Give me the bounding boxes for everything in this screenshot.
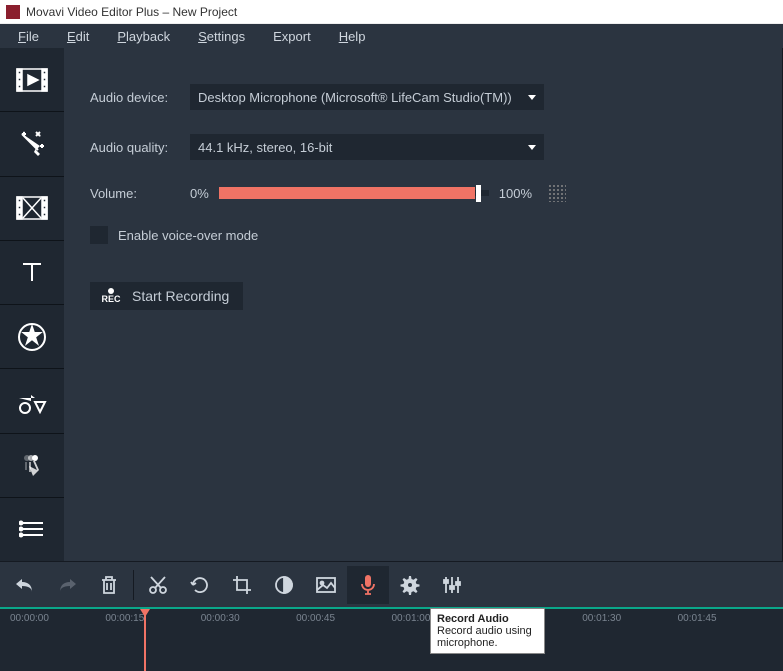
undo-button[interactable] [4,566,46,604]
menu-help[interactable]: Help [325,29,380,44]
rec-icon: REC [98,288,124,304]
crop-button[interactable] [221,566,263,604]
voice-over-checkbox[interactable] [90,226,108,244]
sidebar-callouts-icon[interactable] [0,369,64,432]
dropdown-icon [528,145,536,150]
timeline[interactable]: 00:00:00 00:00:15 00:00:30 00:00:45 00:0… [0,607,783,671]
audio-recording-panel: Audio device: Desktop Microphone (Micros… [64,48,783,561]
menu-settings[interactable]: Settings [184,29,259,44]
menu-edit[interactable]: Edit [53,29,103,44]
sidebar-stickers-icon[interactable] [0,305,64,368]
sidebar-titles-icon[interactable] [0,241,64,304]
menu-playback[interactable]: Playback [103,29,184,44]
volume-max: 100% [499,186,532,201]
delete-button[interactable] [88,566,130,604]
timeline-toolbar [0,561,783,607]
app-icon [6,5,20,19]
window-title: Movavi Video Editor Plus – New Project [26,5,237,19]
audio-device-select[interactable]: Desktop Microphone (Microsoft® LifeCam S… [190,84,544,110]
audio-quality-select[interactable]: 44.1 kHz, stereo, 16-bit [190,134,544,160]
image-button[interactable] [305,566,347,604]
start-recording-button[interactable]: REC Start Recording [90,282,243,310]
settings-button[interactable] [389,566,431,604]
dropdown-icon [528,95,536,100]
sidebar-filters-icon[interactable] [0,112,64,175]
menu-file[interactable]: File [4,29,53,44]
menubar: File Edit Playback Settings Export Help [0,24,783,48]
titlebar: Movavi Video Editor Plus – New Project [0,0,783,24]
voice-over-label: Enable voice-over mode [118,228,258,243]
sidebar-media-icon[interactable] [0,48,64,111]
playhead[interactable] [144,609,146,671]
redo-button[interactable] [46,566,88,604]
timeline-ruler: 00:00:00 00:00:15 00:00:30 00:00:45 00:0… [0,609,783,624]
sidebar-more-icon[interactable] [0,498,64,561]
volume-slider[interactable] [219,190,489,196]
volume-grid-icon[interactable] [548,184,566,202]
menu-export[interactable]: Export [259,29,325,44]
sidebar-transitions-icon[interactable] [0,177,64,240]
audio-quality-label: Audio quality: [90,140,190,155]
cut-button[interactable] [137,566,179,604]
record-audio-button[interactable] [347,566,389,604]
volume-min: 0% [190,186,209,201]
audio-device-label: Audio device: [90,90,190,105]
sidebar-animation-icon[interactable] [0,434,64,497]
equalizer-button[interactable] [431,566,473,604]
volume-label: Volume: [90,186,190,201]
left-sidebar [0,48,64,561]
color-button[interactable] [263,566,305,604]
rotate-button[interactable] [179,566,221,604]
record-audio-tooltip: Record Audio Record audio using micropho… [430,608,545,654]
